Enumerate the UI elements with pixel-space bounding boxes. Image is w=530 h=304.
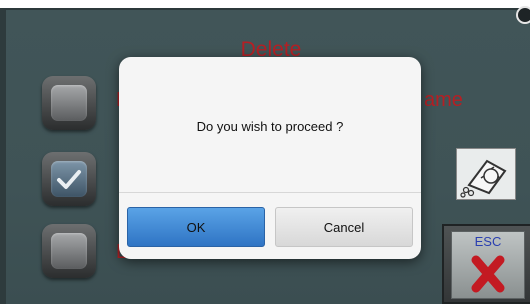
- cancel-button[interactable]: Cancel: [275, 207, 413, 247]
- dialog-divider: [119, 192, 421, 193]
- confirm-dialog: Do you wish to proceed ? OK Cancel: [119, 57, 421, 259]
- dialog-message: Do you wish to proceed ?: [196, 119, 344, 134]
- ok-button[interactable]: OK: [127, 207, 265, 247]
